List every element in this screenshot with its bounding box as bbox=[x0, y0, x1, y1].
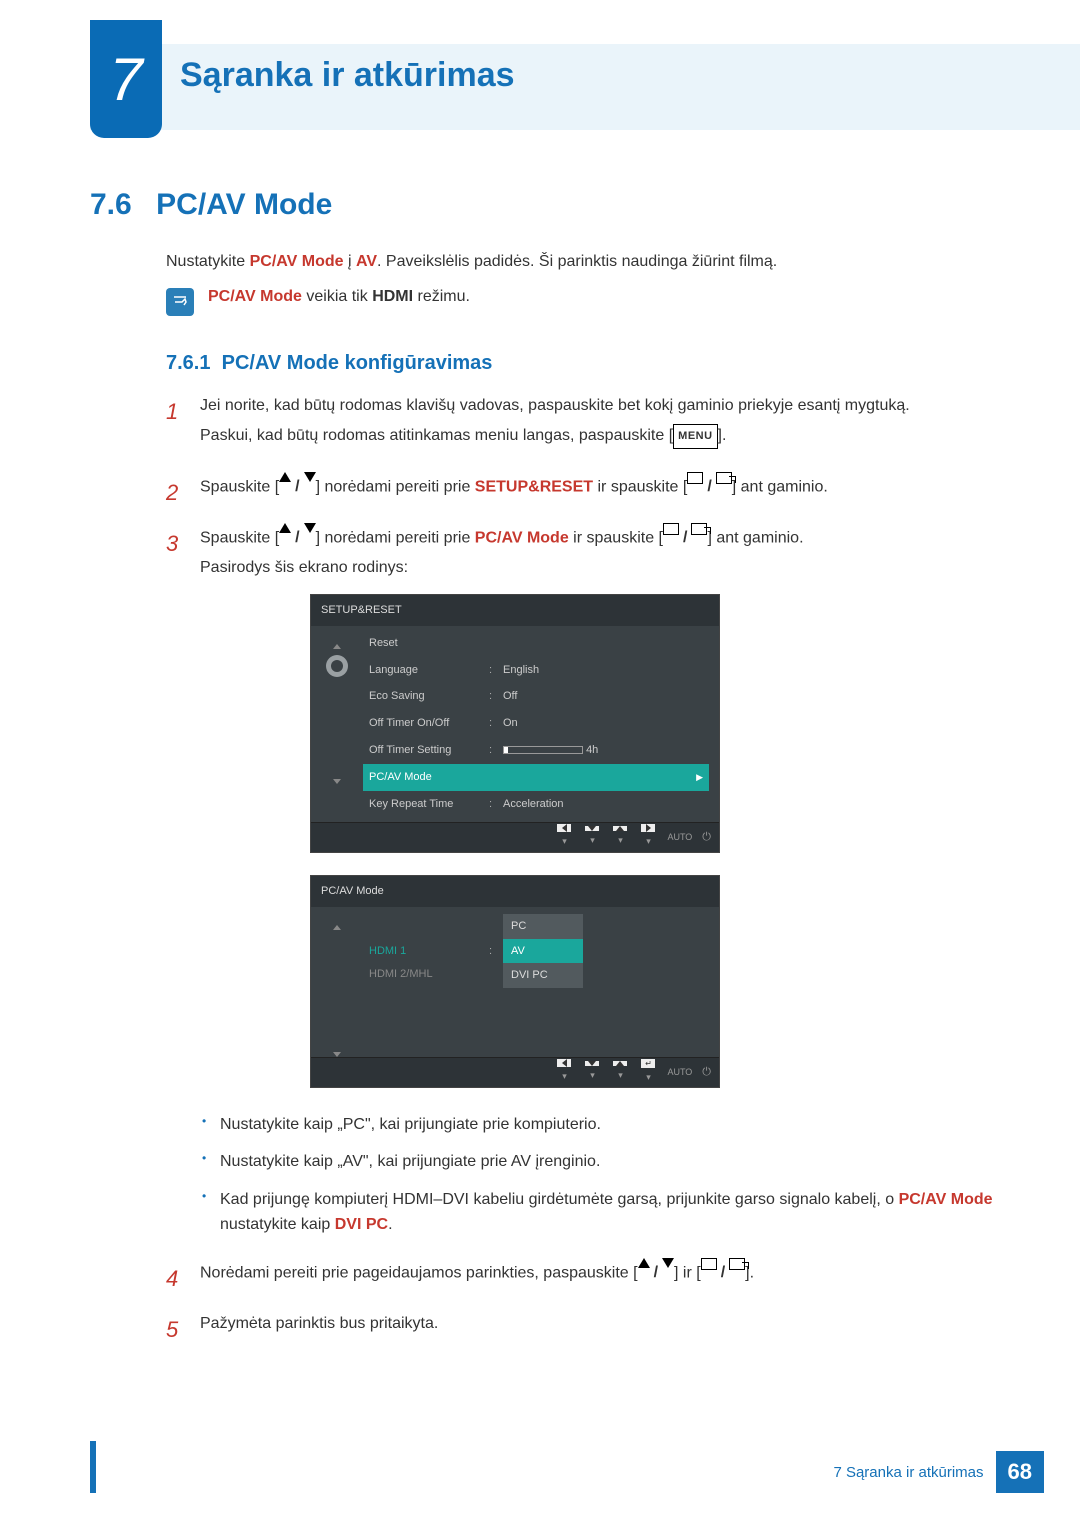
section-title: PC/AV Mode bbox=[156, 188, 332, 222]
power-icon: ⏻ bbox=[702, 827, 711, 848]
osd-side-column bbox=[311, 626, 363, 822]
chevron-up-icon bbox=[333, 925, 341, 930]
nav-down-icon bbox=[585, 826, 599, 831]
slider-icon bbox=[503, 746, 583, 754]
up-down-icon: / bbox=[279, 523, 315, 553]
bullet-item: Kad prijungę kompiuterį HDMI–DVI kabeliu… bbox=[200, 1187, 1020, 1238]
osd-screenshot-pcav-mode: PC/AV Mode HDMI 1: bbox=[310, 875, 720, 1088]
osd-title: SETUP&RESET bbox=[311, 595, 719, 626]
osd-row-highlighted: PC/AV Mode▶ bbox=[363, 764, 709, 791]
page-number-badge: 68 bbox=[996, 1451, 1044, 1493]
osd-footer-icons: ▾ ▾ ▾ ↵▾ AUTO ⏻ bbox=[311, 1057, 719, 1087]
chevron-down-icon bbox=[333, 779, 341, 784]
bullet-item: Nustatykite kaip „PC", kai prijungiate p… bbox=[200, 1112, 1020, 1138]
page-footer: 7 Sąranka ir atkūrimas 68 bbox=[833, 1451, 1044, 1493]
bullet-list: Nustatykite kaip „PC", kai prijungiate p… bbox=[200, 1112, 1020, 1238]
source-enter-icon: / bbox=[663, 523, 707, 553]
steps-list: 1 Jei norite, kad būtų rodomas klavišų v… bbox=[166, 391, 1020, 1339]
step-5: 5 Pažymėta parinktis bus pritaikyta. bbox=[166, 1309, 1020, 1339]
step-3: 3 Spauskite [/] norėdami pereiti prie PC… bbox=[166, 523, 1020, 1238]
up-down-icon: / bbox=[638, 1258, 674, 1288]
footer-stripe bbox=[90, 1441, 96, 1493]
nav-down-icon bbox=[585, 1061, 599, 1066]
step-2: 2 Spauskite [/] norėdami pereiti prie SE… bbox=[166, 472, 1020, 503]
step-4: 4 Norėdami pereiti prie pageidaujamos pa… bbox=[166, 1258, 1020, 1289]
option-item: DVI PC bbox=[503, 963, 583, 988]
nav-enter-icon: ↵ bbox=[641, 1059, 655, 1068]
nav-left-icon bbox=[557, 1059, 571, 1067]
power-icon: ⏻ bbox=[702, 1062, 711, 1083]
chevron-up-icon bbox=[333, 644, 341, 649]
osd-row: Reset bbox=[363, 630, 709, 657]
nav-right-icon bbox=[641, 824, 655, 832]
osd-row: Off Timer On/Off:On bbox=[363, 710, 709, 737]
footer-text: 7 Sąranka ir atkūrimas bbox=[833, 1464, 983, 1481]
osd-row: Eco Saving:Off bbox=[363, 683, 709, 710]
osd-row: Key Repeat Time:Acceleration bbox=[363, 791, 709, 818]
osd-row: Language:English bbox=[363, 657, 709, 684]
auto-label: AUTO bbox=[667, 1064, 692, 1081]
source-enter-icon: / bbox=[701, 1258, 745, 1288]
chapter-number-badge: 7 bbox=[90, 20, 162, 138]
nav-up-icon bbox=[613, 826, 627, 831]
subsection-heading: 7.6.1 PC/AV Mode konfigūravimas bbox=[166, 352, 1020, 375]
chevron-down-icon bbox=[333, 1052, 341, 1057]
option-list: PC AV DVI PC bbox=[503, 914, 583, 989]
option-item-highlighted: AV bbox=[503, 939, 583, 964]
source-enter-icon: / bbox=[687, 472, 731, 502]
step-1: 1 Jei norite, kad būtų rodomas klavišų v… bbox=[166, 391, 1020, 452]
section-heading: 7.6 PC/AV Mode bbox=[90, 188, 1020, 222]
option-item: PC bbox=[503, 914, 583, 939]
nav-left-icon bbox=[557, 824, 571, 832]
intro-paragraph: Nustatykite PC/AV Mode į AV. Paveikslėli… bbox=[166, 250, 1020, 274]
chapter-title: Sąranka ir atkūrimas bbox=[180, 56, 515, 95]
osd-screenshot-setup-reset: SETUP&RESET Reset Language:English bbox=[310, 594, 720, 853]
section-number: 7.6 bbox=[90, 188, 132, 222]
auto-label: AUTO bbox=[667, 829, 692, 846]
nav-up-icon bbox=[613, 1061, 627, 1066]
menu-key-icon: MENU bbox=[673, 424, 717, 449]
osd-rows: HDMI 1: PC AV DVI PC HDMI 2/MHL bbox=[363, 907, 719, 1057]
note-text: PC/AV Mode veikia tik HDMI režimu. bbox=[208, 288, 470, 306]
up-down-icon: / bbox=[279, 472, 315, 502]
osd-side-column bbox=[311, 907, 363, 1057]
chevron-right-icon: ▶ bbox=[696, 769, 703, 786]
note-row: PC/AV Mode veikia tik HDMI režimu. bbox=[166, 288, 1020, 316]
bullet-item: Nustatykite kaip „AV", kai prijungiate p… bbox=[200, 1149, 1020, 1175]
note-icon bbox=[166, 288, 194, 316]
gear-icon bbox=[326, 655, 348, 677]
osd-row: Off Timer Setting: 4h bbox=[363, 737, 709, 764]
osd-rows: Reset Language:English Eco Saving:Off Of… bbox=[363, 626, 719, 822]
osd-footer-icons: ▾ ▾ ▾ ▾ AUTO ⏻ bbox=[311, 822, 719, 852]
osd-title: PC/AV Mode bbox=[311, 876, 719, 907]
